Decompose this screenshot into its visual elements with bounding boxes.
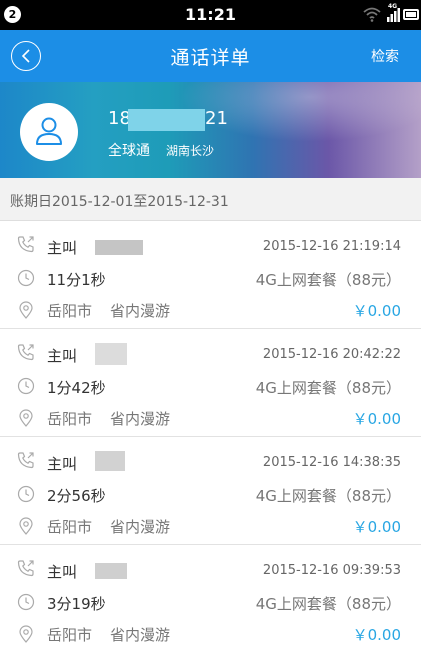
- plan-name: 全球通: [108, 143, 150, 159]
- outgoing-call-icon: [17, 452, 34, 469]
- clock-icon: [17, 377, 35, 395]
- signal-icon: [387, 8, 400, 22]
- call-duration: 11分1秒: [47, 271, 106, 289]
- location-pin-icon: [19, 301, 33, 319]
- call-record[interactable]: 主叫 2015-12-16 09:39:53 3分19秒 4G上网套餐（88元）…: [0, 545, 421, 652]
- billing-period-bar: 账期日2015-12-01至2015-12-31: [0, 178, 421, 221]
- call-datetime: 2015-12-16 20:42:22: [262, 347, 401, 362]
- call-record[interactable]: 主叫 2015-12-16 21:19:14 11分1秒 4G上网套餐（88元）…: [0, 221, 421, 329]
- call-package: 4G上网套餐（88元）: [255, 271, 401, 289]
- callee-number-mask: [95, 563, 127, 579]
- call-package: 4G上网套餐（88元）: [255, 379, 401, 397]
- call-city: 岳阳市: [47, 626, 93, 644]
- call-package: 4G上网套餐（88元）: [255, 487, 401, 505]
- outgoing-call-icon: [17, 236, 34, 253]
- clock-icon: [17, 269, 35, 287]
- outgoing-call-icon: [17, 344, 34, 361]
- call-roaming: 省内漫游: [110, 302, 171, 320]
- callee-number-mask: [95, 240, 143, 255]
- outgoing-call-icon: [17, 560, 34, 577]
- call-record[interactable]: 主叫 2015-12-16 20:42:22 1分42秒 4G上网套餐（88元）…: [0, 329, 421, 437]
- title-bar: 通话详单 检索: [0, 30, 421, 82]
- call-fee: ￥0.00: [352, 302, 401, 320]
- call-type: 主叫: [47, 347, 78, 365]
- call-datetime: 2015-12-16 21:19:14: [262, 239, 401, 254]
- avatar: [20, 103, 78, 161]
- phone-number-mask: [128, 109, 205, 131]
- billing-period: 账期日2015-12-01至2015-12-31: [10, 194, 229, 210]
- clock-icon: [17, 593, 35, 611]
- plan-location: 湖南长沙: [166, 144, 215, 158]
- call-record-list: 主叫 2015-12-16 21:19:14 11分1秒 4G上网套餐（88元）…: [0, 221, 421, 652]
- location-pin-icon: [19, 409, 33, 427]
- call-city: 岳阳市: [47, 410, 93, 428]
- location-pin-icon: [19, 625, 33, 643]
- profile-banner: 18 21 全球通 湖南长沙: [0, 82, 421, 178]
- call-fee: ￥0.00: [352, 518, 401, 536]
- phone-number-suffix: 21: [205, 108, 228, 129]
- wifi-icon: [363, 7, 381, 22]
- call-duration: 2分56秒: [47, 487, 106, 505]
- search-button[interactable]: 检索: [371, 46, 399, 66]
- call-roaming: 省内漫游: [110, 410, 171, 428]
- call-city: 岳阳市: [47, 518, 93, 536]
- call-roaming: 省内漫游: [110, 626, 171, 644]
- page-title: 通话详单: [170, 47, 251, 69]
- call-type: 主叫: [47, 455, 78, 473]
- callee-number-mask: [95, 451, 125, 471]
- status-time: 11:21: [185, 5, 236, 24]
- call-fee: ￥0.00: [352, 626, 401, 644]
- call-type: 主叫: [47, 239, 78, 257]
- location-pin-icon: [19, 517, 33, 535]
- call-datetime: 2015-12-16 14:38:35: [262, 455, 401, 470]
- call-datetime: 2015-12-16 09:39:53: [262, 563, 401, 578]
- user-icon: [36, 117, 62, 145]
- call-duration: 1分42秒: [47, 379, 106, 397]
- call-duration: 3分19秒: [47, 595, 106, 613]
- battery-icon: [403, 9, 419, 20]
- call-package: 4G上网套餐（88元）: [255, 595, 401, 613]
- call-city: 岳阳市: [47, 302, 93, 320]
- clock-icon: [17, 485, 35, 503]
- call-record[interactable]: 主叫 2015-12-16 14:38:35 2分56秒 4G上网套餐（88元）…: [0, 437, 421, 545]
- call-roaming: 省内漫游: [110, 518, 171, 536]
- call-fee: ￥0.00: [352, 410, 401, 428]
- status-bar: 2 11:21 4G: [0, 0, 421, 30]
- callee-number-mask: [95, 343, 127, 365]
- call-type: 主叫: [47, 563, 78, 581]
